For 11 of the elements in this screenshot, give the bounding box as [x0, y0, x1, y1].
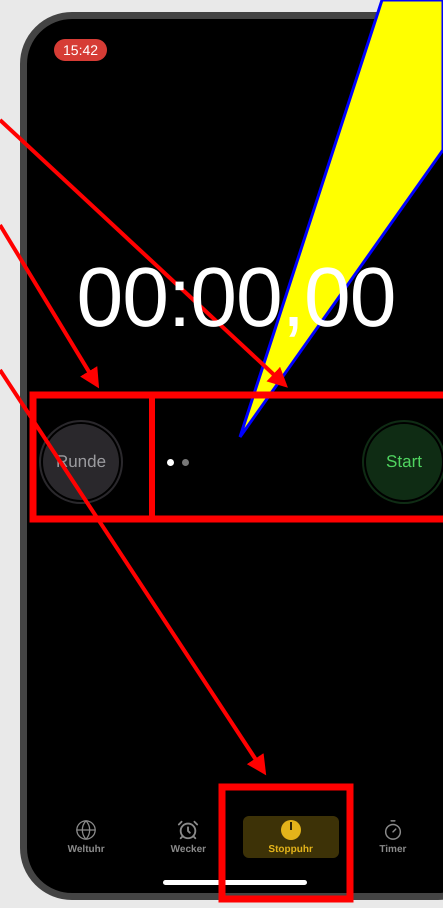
alarm-clock-icon — [177, 819, 200, 841]
start-button[interactable]: Start — [366, 424, 442, 500]
tab-bar-item[interactable]: Weltuhr — [38, 816, 134, 858]
status-time: 15:42 — [54, 39, 108, 61]
stopwatch-icon — [280, 819, 302, 841]
tab-bar-item[interactable]: Stoppuhr — [242, 816, 339, 858]
page-dot[interactable] — [167, 458, 174, 466]
page-dot[interactable] — [182, 458, 189, 466]
tab-bar-item[interactable]: Timer — [344, 816, 441, 858]
tab-bar-item[interactable]: Wecker — [140, 816, 236, 858]
globe-icon — [75, 819, 98, 841]
